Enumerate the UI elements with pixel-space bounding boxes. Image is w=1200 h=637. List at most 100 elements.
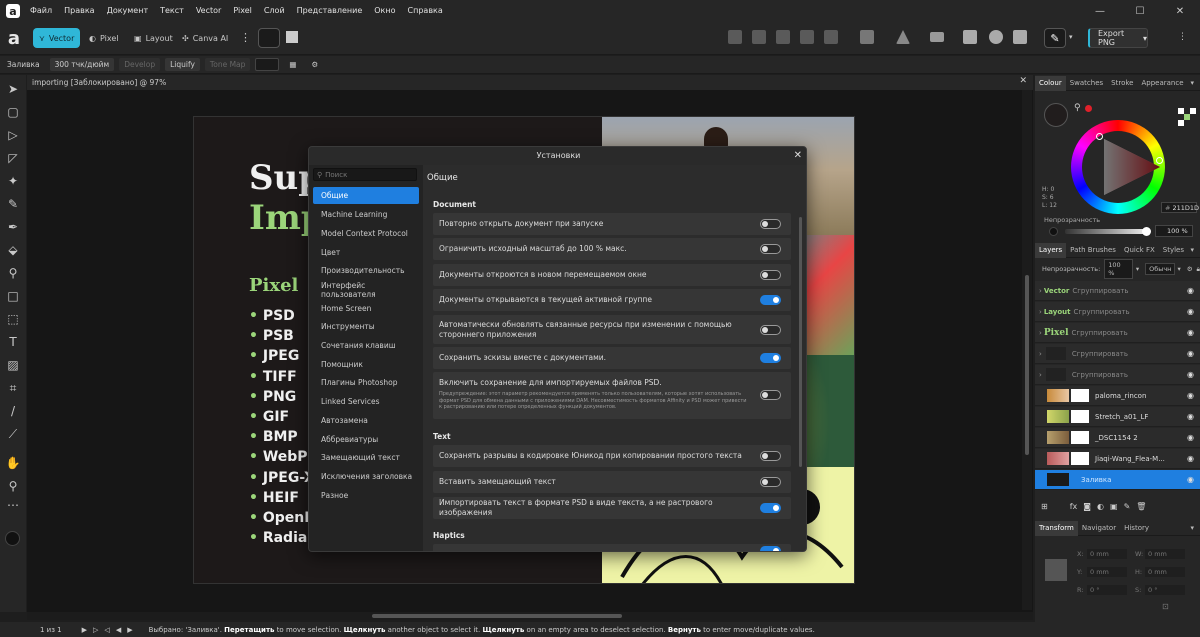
grid-small-icon[interactable]: ▦ xyxy=(284,58,301,71)
eye-icon[interactable]: ◉ xyxy=(1187,349,1194,358)
layer-row[interactable]: Jiaqi-Wang_Flea-M... ◉ xyxy=(1035,449,1200,469)
menu-edit[interactable]: Правка xyxy=(58,0,100,22)
search-input[interactable]: ⚲ Поиск xyxy=(313,168,417,181)
menu-window[interactable]: Окно xyxy=(368,0,401,22)
maximize-icon[interactable]: ☐ xyxy=(1120,0,1160,22)
tab-navigator[interactable]: Navigator xyxy=(1078,521,1120,536)
x-input[interactable]: 0 mm xyxy=(1087,549,1127,559)
hand-tool-icon[interactable]: ✋ xyxy=(5,455,21,471)
crop-icon[interactable] xyxy=(1013,30,1027,44)
close-icon[interactable]: ✕ xyxy=(1019,76,1027,86)
boolean-divide-icon[interactable] xyxy=(824,30,838,44)
eye-icon[interactable]: ◉ xyxy=(1187,433,1194,442)
liquify-button[interactable]: Liquify xyxy=(165,58,200,71)
pencil-tool-icon[interactable]: ✎ xyxy=(5,196,21,212)
persona-pixel-button[interactable]: ◐ Pixel xyxy=(83,28,125,48)
chevron-down-icon[interactable]: ▾ xyxy=(1186,521,1198,536)
chevron-right-icon[interactable]: › xyxy=(1039,350,1042,358)
eye-icon[interactable]: ◉ xyxy=(1187,286,1194,295)
nav-item-linked-services[interactable]: Linked Services xyxy=(313,393,419,410)
menu-view[interactable]: Представление xyxy=(291,0,369,22)
chevron-right-icon[interactable]: › xyxy=(1039,371,1042,379)
nav-item-user-interface[interactable]: Интерфейс пользователя xyxy=(313,281,419,299)
fill-tool-icon[interactable]: ⬙ xyxy=(5,242,21,258)
transform-icon[interactable] xyxy=(963,30,977,44)
haptics-toggle[interactable] xyxy=(760,546,781,551)
layer-row[interactable]: Stretch_a01_LF ◉ xyxy=(1035,407,1200,427)
layer-opacity-input[interactable]: 100 % xyxy=(1104,259,1133,279)
nav-item-assistant[interactable]: Помощник xyxy=(313,356,419,373)
tab-path-brushes[interactable]: Path Brushes xyxy=(1066,243,1120,258)
fx-icon[interactable]: fx xyxy=(1070,502,1078,511)
reopen-docs-toggle[interactable] xyxy=(760,219,781,229)
eye-icon[interactable]: ◉ xyxy=(1187,391,1194,400)
crop-tool-icon[interactable]: ⌗ xyxy=(5,380,21,396)
menu-layer[interactable]: Слой xyxy=(258,0,291,22)
pen-mode-button[interactable]: ✎ xyxy=(1044,28,1066,48)
node-tool-icon[interactable]: ▷ xyxy=(5,127,21,143)
nav-item-title-exceptions[interactable]: Исключения заголовка xyxy=(313,468,419,485)
tab-appearance[interactable]: Appearance xyxy=(1137,76,1187,91)
develop-button[interactable]: Develop xyxy=(119,58,161,71)
menu-text[interactable]: Текст xyxy=(154,0,190,22)
opacity-slider[interactable] xyxy=(1065,229,1147,234)
prev-page-icon[interactable]: ▷ xyxy=(93,626,98,634)
nav-item-photoshop-plugins[interactable]: Плагины Photoshop xyxy=(313,374,419,391)
shear-input[interactable]: 0 ° xyxy=(1145,585,1185,595)
eyedropper-icon[interactable]: ⚲ xyxy=(1074,103,1081,113)
nav-item-autocorrect[interactable]: Автозамена xyxy=(313,412,419,429)
layer-row[interactable]: › Сгруппировать ◉ xyxy=(1035,344,1200,364)
nav-item-home-screen[interactable]: Home Screen xyxy=(313,300,419,317)
eye-icon[interactable]: ◉ xyxy=(1187,370,1194,379)
layer-row[interactable]: › Layout Сгруппировать ◉ xyxy=(1035,302,1200,322)
auto-update-resources-toggle[interactable] xyxy=(760,325,781,335)
brush-tool-icon[interactable]: / xyxy=(5,403,21,419)
nav-item-performance[interactable]: Производительность xyxy=(313,262,419,279)
hex-input[interactable]: #211D1D xyxy=(1161,202,1199,213)
geometry-icon[interactable] xyxy=(860,30,874,44)
nav-item-misc[interactable]: Разное xyxy=(313,487,419,504)
next-page-icon[interactable]: ◁ xyxy=(104,626,109,634)
nav-item-machine-learning[interactable]: Machine Learning xyxy=(313,206,419,223)
close-window-icon[interactable]: ✕ xyxy=(1160,0,1200,22)
layer-row-selected[interactable]: Заливка ◉ xyxy=(1035,470,1200,490)
gear-icon[interactable]: ⚙ xyxy=(307,58,324,71)
selection-tool-icon[interactable]: ⬚ xyxy=(5,311,21,327)
tab-history[interactable]: History xyxy=(1120,521,1153,536)
chevron-right-icon[interactable]: › xyxy=(1039,287,1042,295)
layer-row[interactable]: paloma_rincon ◉ xyxy=(1035,386,1200,406)
play-icon[interactable]: ▶ xyxy=(127,626,132,634)
grid-icon[interactable] xyxy=(286,31,298,43)
menu-document[interactable]: Документ xyxy=(101,0,155,22)
zoom-tool-icon[interactable]: ⚲ xyxy=(5,478,21,494)
nav-item-abbreviations[interactable]: Аббревиатуры xyxy=(313,431,419,448)
tab-quick-fx[interactable]: Quick FX xyxy=(1120,243,1159,258)
colour-mode-icon[interactable] xyxy=(1178,108,1196,130)
eye-icon[interactable]: ◉ xyxy=(1187,328,1194,337)
colour-swatch[interactable] xyxy=(5,531,20,546)
fill-swatch[interactable] xyxy=(255,58,280,71)
tone-map-button[interactable]: Tone Map xyxy=(204,58,251,71)
tab-swatches[interactable]: Swatches xyxy=(1066,76,1107,91)
image-tool-icon[interactable]: ▨ xyxy=(5,357,21,373)
brush-icon[interactable]: ✎ xyxy=(1124,502,1131,511)
nav-item-tools[interactable]: Инструменты xyxy=(313,318,419,335)
eye-icon[interactable]: ◉ xyxy=(1187,307,1194,316)
dialog-scrollbar[interactable] xyxy=(799,217,802,467)
artboard-tool-icon[interactable]: ▢ xyxy=(5,104,21,120)
adjustment-icon[interactable]: ◐ xyxy=(1097,502,1104,511)
nav-item-placeholder-text[interactable]: Замещающий текст xyxy=(313,449,419,466)
vector-brush-icon[interactable]: ✦ xyxy=(5,173,21,189)
move-tool-icon[interactable]: ➤ xyxy=(5,81,21,97)
fill-colour-swatch[interactable] xyxy=(1044,103,1068,127)
dpi-button[interactable]: 300 тчк/дюйм xyxy=(49,58,115,71)
colour-picker-handle[interactable] xyxy=(1096,133,1103,140)
tab-layers[interactable]: Layers xyxy=(1035,242,1067,258)
eyedropper-icon[interactable]: ⚲ xyxy=(5,265,21,281)
rectangle-tool-icon[interactable]: □ xyxy=(5,288,21,304)
boolean-xor-icon[interactable] xyxy=(800,30,814,44)
y-input[interactable]: 0 mm xyxy=(1087,567,1127,577)
corner-tool-icon[interactable]: ◸ xyxy=(5,150,21,166)
floating-window-toggle[interactable] xyxy=(760,270,781,280)
blend-mode-select[interactable]: Обычн xyxy=(1145,263,1176,275)
